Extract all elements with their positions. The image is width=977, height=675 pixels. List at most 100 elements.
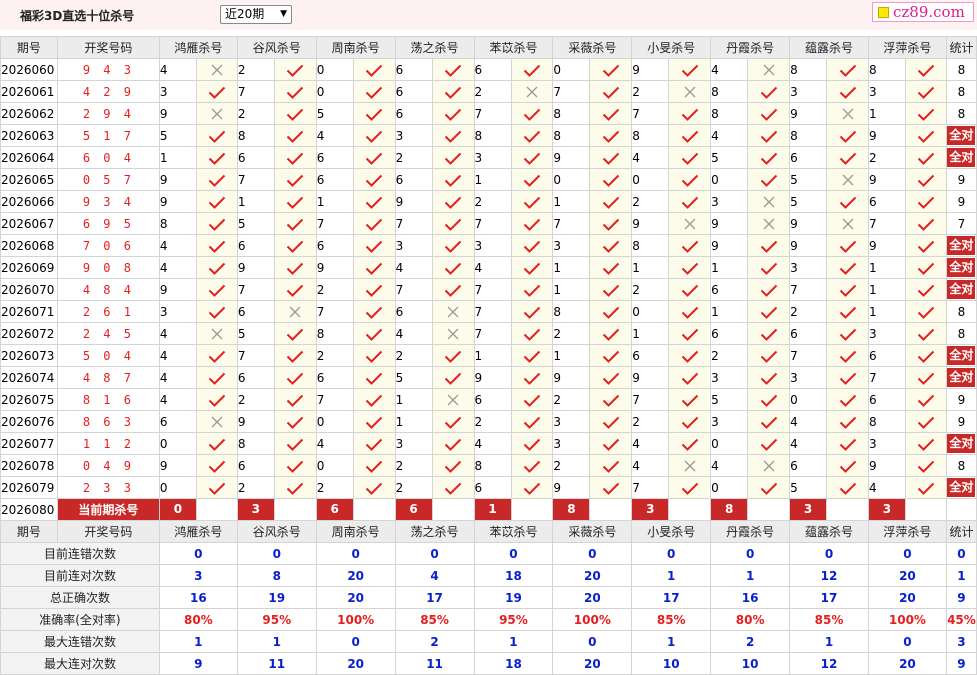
current-empty-cell [747,498,791,521]
check-icon [681,394,698,407]
col-header-expert[interactable]: 周南杀号 [315,36,396,59]
draw-code-cell: 4 8 7 [56,366,160,389]
check-icon [839,394,856,407]
summary-value: 0 [631,542,712,565]
col-header-expert[interactable]: 浮萍杀号 [867,36,947,59]
kill-number-cell: 2 [394,146,433,169]
col-header-expert[interactable]: 小旻杀号 [631,36,712,59]
draw-code-cell: 2 9 4 [56,102,160,125]
summary-row: 目前连对次数 3 8 20 4 18 20 1 1 12 20 1 [0,564,977,587]
kill-number-cell: 8 [158,212,197,235]
summary-value: 20 [552,586,633,609]
result-mark-cell [668,278,712,301]
kill-number-cell: 1 [867,278,906,301]
col-header-expert[interactable]: 鸿雁杀号 [158,520,238,543]
summary-label: 最大连对次数 [0,652,160,675]
issue-cell: 2026074 [0,366,58,389]
check-icon [523,108,541,121]
check-icon [917,130,935,143]
issue-cell: 2026069 [0,256,58,279]
result-mark-cell [352,454,396,477]
col-header-expert[interactable]: 鸿雁杀号 [158,36,238,59]
col-header-expert[interactable]: 谷风杀号 [236,520,317,543]
col-header-expert[interactable]: 小旻杀号 [631,520,712,543]
summary-row: 总正确次数 16 19 20 17 19 20 17 16 17 20 9 [0,586,977,609]
cross-icon [684,460,696,472]
check-icon [208,152,226,165]
col-header-expert[interactable]: 蕴露杀号 [789,36,869,59]
col-header-expert[interactable]: 周南杀号 [315,520,396,543]
col-header-expert[interactable]: 苯苡杀号 [473,36,554,59]
check-icon [365,130,383,143]
current-row: 2026080 当前期杀号 0 3 6 6 1 8 3 8 3 3 [0,498,977,521]
col-header-expert[interactable]: 丹霞杀号 [710,520,791,543]
col-header-expert[interactable]: 谷风杀号 [236,36,317,59]
kill-number-cell: 1 [315,190,354,213]
summary-value: 20 [867,652,947,675]
chevron-down-icon: ▼ [280,9,287,19]
result-mark-cell [668,234,712,257]
check-icon [444,152,462,165]
header-row: 期号 开奖号码 鸿雁杀号 谷风杀号 周南杀号 荡之杀号 苯苡杀号 采薇杀号 小旻杀号 丹霞杀号 蕴露… [0,520,977,543]
table-row: 2026079 2 3 3 0 2 2 2 6 9 7 0 5 4 全对 [0,476,977,499]
kill-number-cell: 9 [158,454,197,477]
col-header-expert[interactable]: 荡之杀号 [394,520,475,543]
result-mark-cell [747,168,791,191]
check-icon [208,196,226,209]
result-mark-cell [589,432,633,455]
check-icon [287,240,304,253]
issue-cell: 2026078 [0,454,58,477]
check-icon [287,482,304,495]
kill-number-cell: 9 [236,256,275,279]
result-mark-cell [589,388,633,411]
kill-number-cell: 2 [631,80,670,103]
kill-number-cell: 6 [394,102,433,125]
kill-number-cell: 4 [158,234,197,257]
summary-value: 10 [631,652,712,675]
check-icon [444,196,462,209]
table-row: 2026066 9 3 491192123569 [0,190,977,213]
summary-row: 目前连错次数 0 0 0 0 0 0 0 0 0 0 0 [0,542,977,565]
site-logo[interactable]: cz89.com [872,2,974,22]
kill-number-cell: 7 [473,212,512,235]
kill-number-cell: 2 [867,146,906,169]
kill-number-cell: 3 [710,410,749,433]
kill-number-cell: 7 [236,80,275,103]
kill-number-cell: 1 [710,300,749,323]
result-mark-cell [668,300,712,323]
check-icon [208,438,226,451]
check-icon [839,86,856,99]
check-icon [365,482,383,495]
col-header-expert[interactable]: 采薇杀号 [552,520,633,543]
kill-number-cell: 9 [631,58,670,81]
kill-number-cell: 5 [789,190,828,213]
check-icon [365,108,383,121]
range-select[interactable]: 近20期 ▼ [220,5,292,24]
kill-number-cell: 7 [394,212,433,235]
result-mark-cell [431,300,475,323]
current-kill-badge: 8 [711,499,747,520]
col-header-expert[interactable]: 苯苡杀号 [473,520,554,543]
result-mark-cell [195,146,238,169]
result-mark-cell [352,322,396,345]
col-header-expert[interactable]: 蕴露杀号 [789,520,869,543]
col-header-expert[interactable]: 丹霞杀号 [710,36,791,59]
summary-value: 0 [552,630,633,653]
kill-number-cell: 7 [552,212,591,235]
table-row: 2026072 2 4 545847216638 [0,322,977,345]
summary-value: 11 [236,652,317,675]
check-icon [839,152,856,165]
col-header-expert[interactable]: 浮萍杀号 [867,520,947,543]
col-header-expert[interactable]: 采薇杀号 [552,36,633,59]
kill-number-cell: 7 [473,278,512,301]
kill-number-cell: 7 [394,278,433,301]
check-icon [365,328,383,341]
check-icon [365,152,383,165]
check-icon [602,152,620,165]
current-kill-badge: 8 [553,499,589,520]
summary-value: 0 [552,542,633,565]
summary-value: 18 [473,564,554,587]
kill-number-cell: 8 [867,410,906,433]
col-header-expert[interactable]: 荡之杀号 [394,36,475,59]
result-mark-cell [273,388,317,411]
